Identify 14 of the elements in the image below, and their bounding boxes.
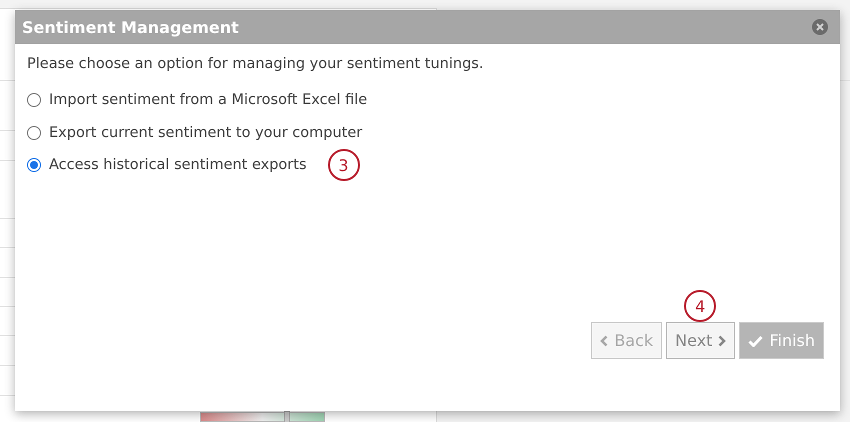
- dialog-title: Sentiment Management: [22, 18, 239, 36]
- prompt-text: Please choose an option for managing your sentiment tunings.: [27, 56, 484, 72]
- radio-button[interactable]: [27, 93, 41, 108]
- option-label[interactable]: Export current sentiment to your computer: [49, 124, 362, 141]
- option-label[interactable]: Access historical sentiment exports: [49, 157, 306, 174]
- close-icon[interactable]: [812, 19, 828, 35]
- option-label[interactable]: Import sentiment from a Microsoft Excel file: [49, 92, 368, 108]
- step-marker: 4: [684, 290, 716, 322]
- radio-button[interactable]: [27, 158, 41, 172]
- check-icon: [748, 334, 764, 346]
- chevron-right-icon: [718, 334, 726, 346]
- chevron-left-icon: [600, 334, 608, 346]
- step-marker: 3: [328, 149, 360, 182]
- radio-button[interactable]: [27, 126, 41, 140]
